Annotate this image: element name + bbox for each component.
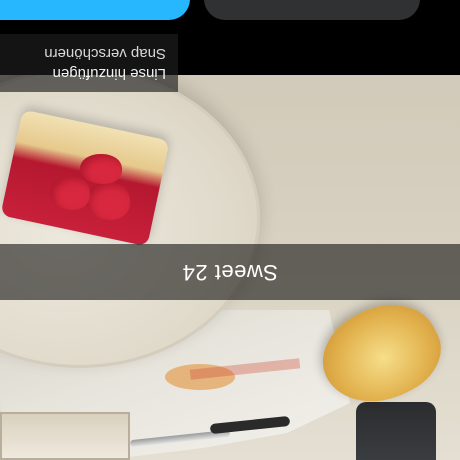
cake-box [0,412,130,460]
menu-item-enhance-snap[interactable]: Snap verschönern [0,43,166,63]
context-menu: Linse hinzufügen Snap verschönern [0,34,178,92]
send-pill-button[interactable] [0,0,190,20]
mug [356,402,436,460]
menu-item-add-lens[interactable]: Linse hinzufügen [0,63,166,83]
caption-text: Sweet 24 [182,260,278,285]
caption-bar[interactable]: Sweet 24 [0,244,460,300]
strawberry [50,176,90,210]
snap-preview-screen: Sweet 24 Linse hinzufügen Snap verschöne… [0,0,460,460]
strawberry [86,182,130,220]
secondary-pill-button[interactable] [204,0,420,20]
strawberry [80,154,122,184]
